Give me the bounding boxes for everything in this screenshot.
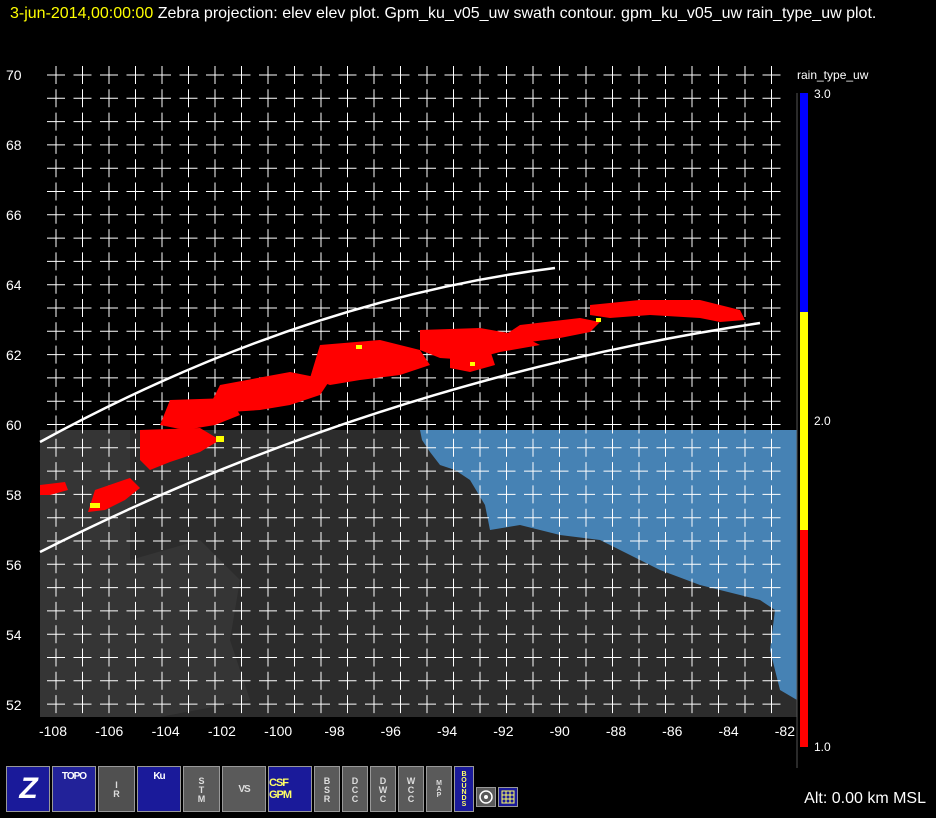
x-tick-label: -96: [380, 723, 401, 739]
y-tick-label: 58: [6, 487, 22, 503]
colorbar-label-top: 3.0: [814, 87, 831, 101]
vs-button[interactable]: VS: [222, 766, 266, 812]
dcc-button[interactable]: DCC: [342, 766, 368, 812]
y-tick-label: 64: [6, 277, 22, 293]
x-tick-label: -108: [38, 723, 68, 739]
colorbar-title: rain_type_uw: [797, 68, 869, 82]
x-tick-label: -106: [95, 723, 124, 739]
land-region-west: [40, 430, 130, 717]
y-tick-label: 60: [6, 417, 22, 433]
icon-toolbar: Z TOPO IR Ku STM VS CSF GPM BSR DCC DWC …: [6, 766, 518, 814]
colorbar-segment-yellow: [800, 312, 808, 530]
wcc-button[interactable]: WCC: [398, 766, 424, 812]
ir-button[interactable]: IR: [98, 766, 135, 812]
y-tick-label: 54: [6, 627, 22, 643]
x-tick-label: -102: [207, 723, 236, 739]
csf-gpm-button[interactable]: CSF GPM: [268, 766, 312, 812]
ku-button[interactable]: Ku: [137, 766, 181, 812]
x-tick-label: -100: [264, 723, 293, 739]
dwc-button[interactable]: DWC: [370, 766, 396, 812]
topo-button[interactable]: TOPO: [52, 766, 96, 812]
y-tick-label: 70: [6, 67, 22, 83]
x-tick-label: -84: [718, 723, 739, 739]
altitude-readout: Alt: 0.00 km MSL: [804, 790, 926, 807]
y-tick-label: 52: [6, 697, 22, 713]
x-tick-label: -90: [549, 723, 570, 739]
x-tick-label: -92: [493, 723, 514, 739]
y-tick-label: 62: [6, 347, 22, 363]
colorbar-label-bottom: 1.0: [814, 740, 831, 754]
y-tick-label: 68: [6, 137, 22, 153]
stm-button[interactable]: STM: [183, 766, 220, 812]
target-icon[interactable]: [476, 787, 496, 807]
x-tick-label: -86: [662, 723, 683, 739]
colorbar-segment-red: [800, 530, 808, 747]
x-tick-label: -94: [436, 723, 458, 739]
map-button[interactable]: MAP: [426, 766, 452, 812]
y-tick-label: 66: [6, 207, 22, 223]
x-tick-label: -104: [151, 723, 180, 739]
y-tick-label: 56: [6, 557, 22, 573]
colorbar-segment-blue: [800, 93, 808, 312]
colorbar-label-mid: 2.0: [814, 414, 831, 428]
grid-toggle-icon[interactable]: [498, 787, 518, 807]
map-plot[interactable]: [0, 0, 936, 818]
x-tick-label: -82: [774, 723, 796, 739]
zebra-logo-button[interactable]: Z: [6, 766, 50, 812]
bsr-button[interactable]: BSR: [314, 766, 340, 812]
x-tick-label: -88: [605, 723, 627, 739]
x-tick-label: -98: [324, 723, 345, 739]
bounds-button[interactable]: BOUNDS: [454, 766, 474, 812]
